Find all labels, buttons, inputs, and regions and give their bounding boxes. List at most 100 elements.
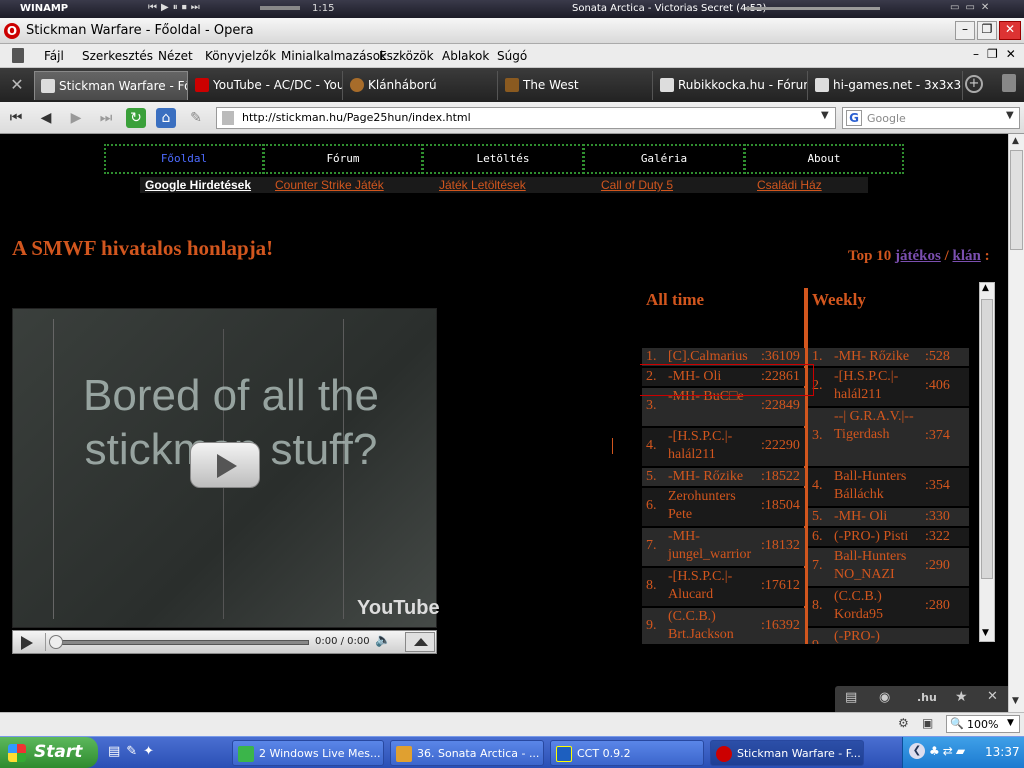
tab-rubikkocka[interactable]: Rubikkocka.hu - Fórum	[654, 71, 808, 100]
chevron-down-icon[interactable]: ▼	[1007, 718, 1014, 728]
video-player[interactable]: Bored of all the stickman stuff? YouTube	[12, 308, 440, 628]
close-icon[interactable]: ✕	[987, 689, 998, 704]
player-score: :16392	[761, 618, 800, 633]
tab-label: The West	[523, 78, 579, 92]
menu-file[interactable]: Fájl	[44, 49, 64, 63]
menu-bar: Fájl Szerkesztés Nézet Könyvjelzők Minia…	[0, 44, 1024, 68]
scroll-down-icon[interactable]: ▼	[982, 628, 989, 638]
top10-players-link[interactable]: játékos	[895, 248, 941, 264]
cube-icon	[556, 746, 572, 762]
nav-forum[interactable]: Fórum	[263, 144, 423, 174]
play-button[interactable]	[190, 442, 260, 488]
chevron-down-icon[interactable]: ▼	[821, 110, 829, 121]
panel-icon[interactable]: ▤	[845, 690, 857, 705]
chevron-down-icon[interactable]: ▼	[1006, 110, 1014, 121]
nav-gallery[interactable]: Galéria	[583, 144, 745, 174]
tab-hi-games[interactable]: hi-games.net - 3x3x3 c...	[809, 71, 963, 100]
camera-icon[interactable]: ▣	[922, 716, 933, 730]
fullscreen-button[interactable]	[405, 632, 435, 652]
top10-suffix: :	[984, 248, 990, 264]
player-name: Ball-Hunters NO_NAZI	[834, 549, 907, 582]
menu-widgets[interactable]: Minialkalmazások	[281, 49, 387, 63]
page-title: A SMWF hivatalos honlapja!	[12, 236, 274, 260]
task-opera[interactable]: Stickman Warfare - F...	[710, 740, 864, 766]
tab-youtube[interactable]: YouTube - AC/DC - You...	[189, 71, 343, 100]
tab-the-west[interactable]: The West	[499, 71, 653, 100]
search-field[interactable]: G Google ▼	[842, 107, 1020, 129]
page-menu-icon[interactable]	[12, 48, 24, 63]
toplist-scrollbar[interactable]: ▲ ▼	[979, 282, 995, 642]
menu-bookmarks[interactable]: Könyvjelzők	[205, 49, 276, 63]
menu-tools[interactable]: Eszközök	[379, 49, 434, 63]
winamp-volume-slider[interactable]	[260, 6, 300, 10]
ads-label[interactable]: Google Hirdetések	[145, 178, 251, 192]
menu-edit[interactable]: Szerkesztés	[82, 49, 153, 63]
rewind-icon[interactable]: ⏮	[6, 108, 26, 128]
reload-icon[interactable]: ↻	[126, 108, 146, 128]
task-cct[interactable]: CCT 0.9.2	[550, 740, 704, 766]
player-score: :330	[925, 509, 950, 524]
nav-home[interactable]: Főoldal	[104, 144, 264, 174]
task-label: CCT 0.9.2	[577, 747, 631, 760]
start-button[interactable]: Start	[0, 737, 98, 768]
nav-about[interactable]: About	[744, 144, 904, 174]
close-button[interactable]: ✕	[999, 21, 1021, 40]
trash-icon[interactable]	[1002, 74, 1016, 92]
minimize-button[interactable]: –	[955, 21, 975, 40]
opera-logo-icon	[716, 746, 732, 762]
winamp-window-buttons[interactable]: ▭▭✕	[950, 2, 995, 13]
volume-icon[interactable]: 🔈	[375, 633, 391, 648]
maximize-button[interactable]: ❐	[977, 21, 997, 40]
player-score: :280	[925, 598, 950, 613]
opera-logo-icon[interactable]: O	[4, 23, 20, 39]
tab-stickman[interactable]: Stickman Warfare - Fő...	[34, 71, 188, 100]
back-icon[interactable]: ◀	[36, 108, 56, 128]
address-field[interactable]: http://stickman.hu/Page25hun/index.html …	[216, 107, 836, 129]
new-tab-icon[interactable]: +	[965, 75, 983, 93]
ad-link-cs[interactable]: Counter Strike Játék	[275, 178, 384, 192]
scroll-down-icon[interactable]: ▼	[1012, 696, 1019, 706]
ad-link-house[interactable]: Családi Ház	[757, 178, 822, 192]
scroll-up-icon[interactable]: ▲	[982, 283, 989, 293]
page-scrollbar[interactable]: ▲ ▼	[1008, 134, 1024, 712]
forward-icon[interactable]: ▶	[66, 108, 86, 128]
tab-klanhaboru[interactable]: Klánháború	[344, 71, 498, 100]
task-label: 2 Windows Live Mes...	[259, 747, 381, 760]
hu-icon[interactable]: .hu	[917, 691, 937, 704]
scroll-thumb[interactable]	[981, 299, 993, 579]
tray-icons[interactable]: ♣⇄▰	[929, 744, 968, 758]
menu-view[interactable]: Nézet	[158, 49, 193, 63]
home-icon[interactable]: ⌂	[156, 108, 176, 128]
winamp-seek-bar[interactable]	[745, 7, 880, 10]
winamp-controls[interactable]: ⏮▶⏸⏹⏭	[148, 2, 204, 13]
menu-windows[interactable]: Ablakok	[442, 49, 489, 63]
video-progress-knob[interactable]	[49, 635, 63, 649]
video-progress-bar[interactable]	[55, 640, 309, 645]
edit-icon[interactable]: ✎	[186, 108, 206, 128]
settings-icon[interactable]: ⚙	[898, 716, 909, 730]
chevron-left-icon[interactable]: ❮	[909, 743, 925, 759]
ad-link-cod[interactable]: Call of Duty 5	[601, 178, 673, 192]
scroll-up-icon[interactable]: ▲	[1012, 136, 1019, 146]
tab-label: YouTube - AC/DC - You...	[213, 78, 343, 92]
player-name: (-PRO-)	[834, 629, 880, 644]
speaker-icon[interactable]: ◉	[879, 690, 890, 705]
rank-number: 3.	[812, 428, 823, 443]
player-name: Zerohunters Pete	[668, 489, 736, 522]
zoom-control[interactable]: 🔍 100% ▼	[946, 715, 1020, 733]
scroll-thumb[interactable]	[1010, 150, 1023, 250]
menu-help[interactable]: Súgó	[497, 49, 527, 63]
tools-icon[interactable]: ✕	[6, 75, 28, 95]
play-icon[interactable]	[21, 636, 33, 650]
mdi-window-buttons[interactable]: –❐✕	[973, 47, 1024, 61]
star-icon[interactable]: ★	[955, 689, 968, 705]
system-tray: ❮ ♣⇄▰ 13:37	[902, 737, 1024, 768]
top10-clans-link[interactable]: klán	[952, 248, 980, 264]
task-live-messenger[interactable]: 2 Windows Live Mes...	[232, 740, 384, 766]
ad-link-games[interactable]: Játék Letöltések	[439, 178, 526, 192]
quicklaunch-icons[interactable]: ▤✎✦	[108, 744, 160, 759]
top10-separator: /	[944, 248, 949, 264]
task-winamp[interactable]: 36. Sonata Arctica - ...	[390, 740, 544, 766]
nav-download[interactable]: Letöltés	[422, 144, 584, 174]
fast-forward-icon[interactable]: ⏭	[96, 108, 116, 128]
